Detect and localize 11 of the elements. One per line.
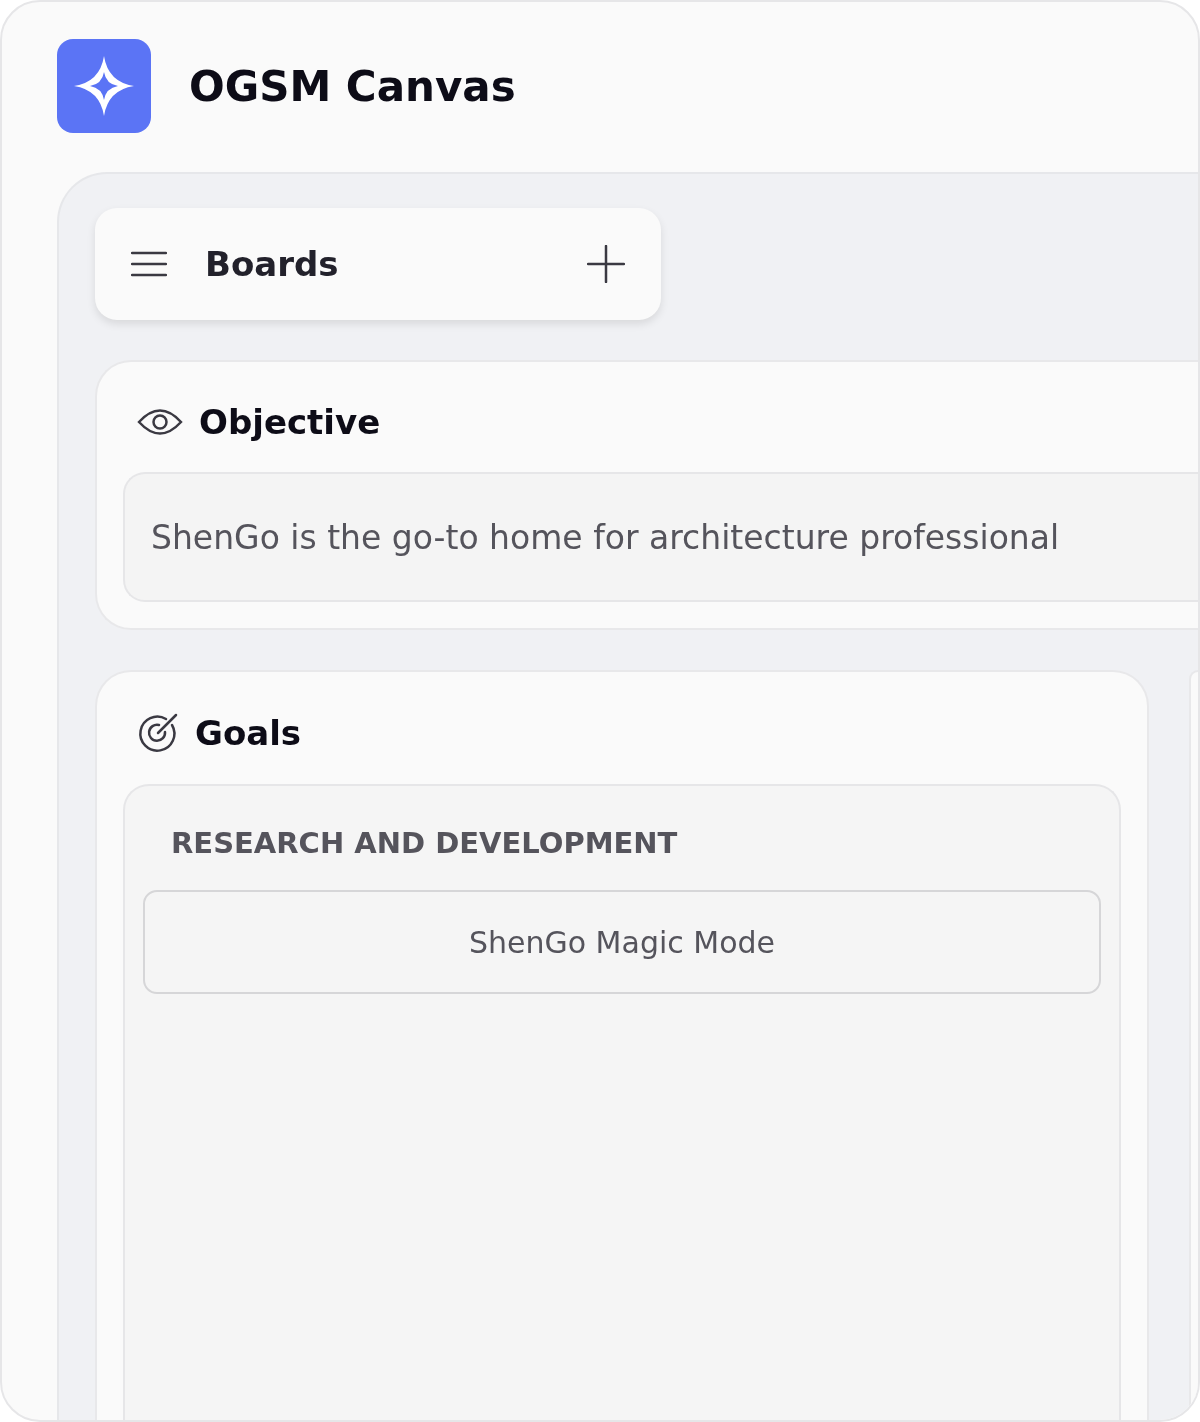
objective-title: Objective: [199, 402, 381, 442]
app-title: OGSM Canvas: [189, 61, 516, 111]
add-icon[interactable]: [587, 245, 625, 283]
objective-field[interactable]: ShenGo is the go-to home for architecture professional: [123, 472, 1198, 602]
goals-title: Goals: [195, 713, 302, 753]
group-title: RESEARCH AND DEVELOPMENT: [170, 826, 679, 860]
boards-title: Boards: [205, 244, 340, 284]
goal-item[interactable]: ShenGo Magic Mode: [143, 890, 1101, 994]
eye-icon: [137, 407, 183, 437]
target-icon: [137, 712, 179, 754]
menu-icon[interactable]: [131, 251, 167, 277]
